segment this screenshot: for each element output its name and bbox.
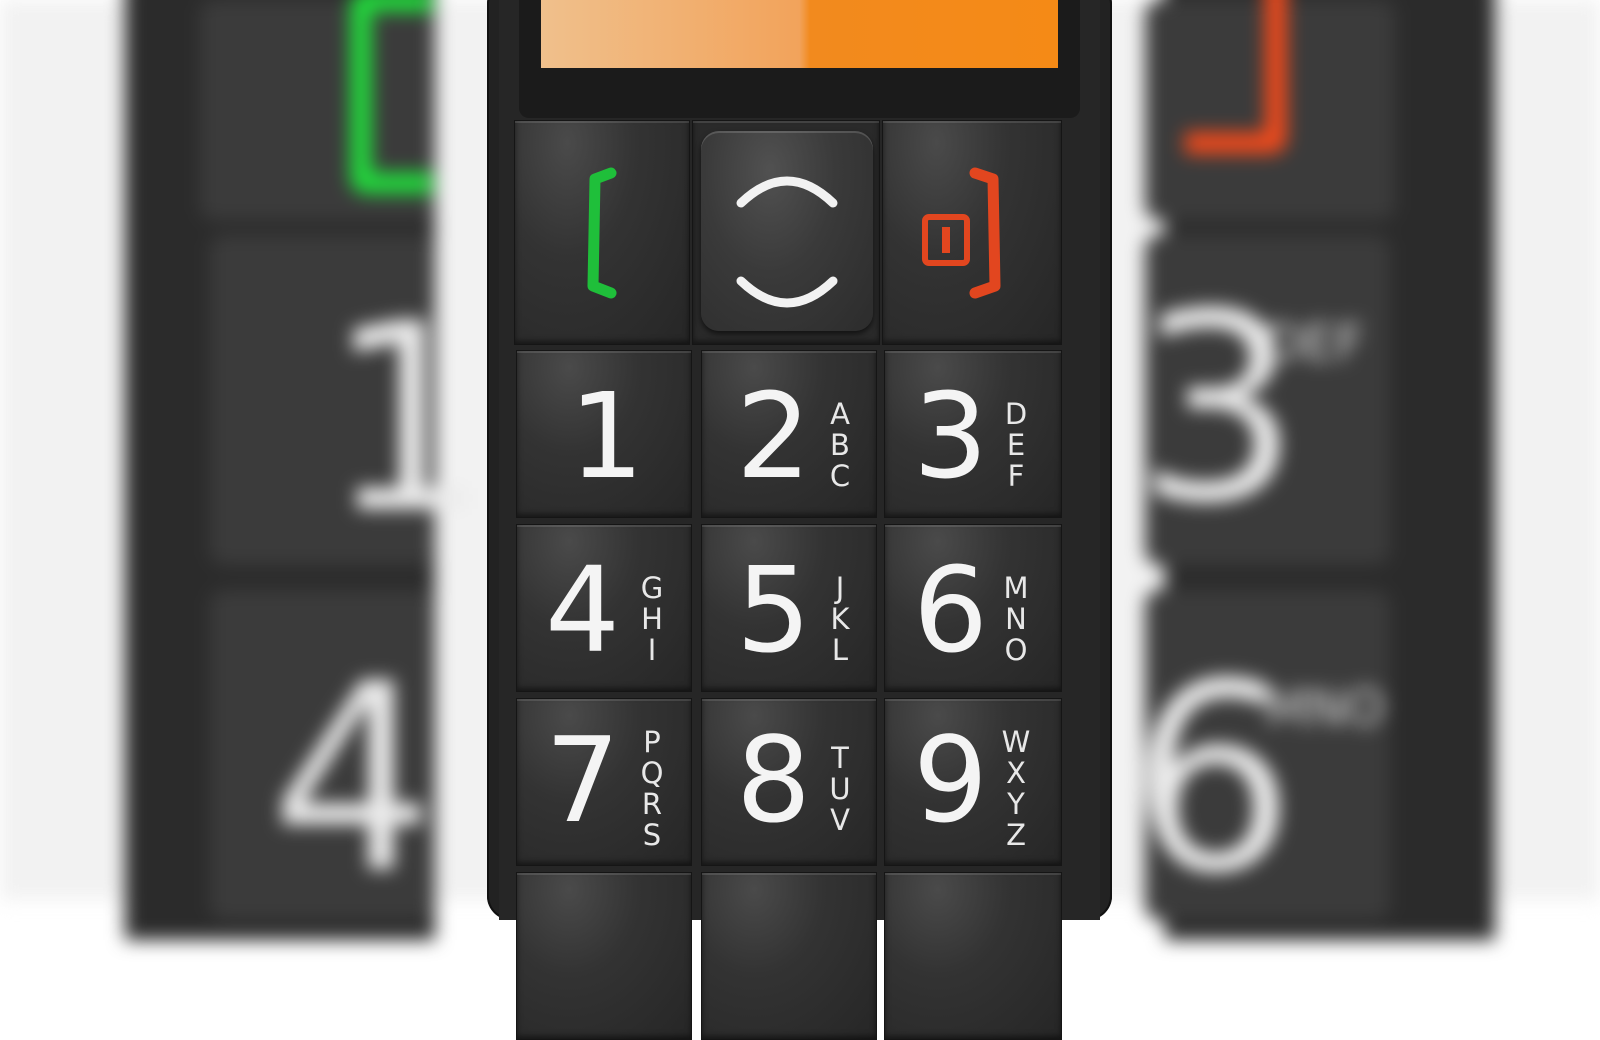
call-bracket-icon xyxy=(587,167,617,299)
key-1[interactable]: 1 xyxy=(516,350,692,518)
background-letters-mno: MNOMNO xyxy=(1265,679,1385,737)
key-letter: O xyxy=(1004,633,1028,667)
key-5[interactable]: 5 JKLJKL xyxy=(701,524,877,692)
key-letters: PQRSPQRS xyxy=(637,727,667,851)
key-letter: Q xyxy=(640,756,664,790)
key-letter: A xyxy=(830,397,850,431)
key-letters: GHIGHI xyxy=(637,573,667,666)
key-3[interactable]: 3 DEFDEF xyxy=(884,350,1062,518)
key-letter: P xyxy=(643,725,661,759)
key-letter: D xyxy=(1265,314,1304,372)
background-call-bracket-icon xyxy=(350,0,432,194)
key-letter: W xyxy=(1001,725,1031,759)
background-digit-1: 1 xyxy=(325,269,491,571)
key-letter: K xyxy=(830,602,850,636)
navigation-key-frame xyxy=(692,120,880,345)
key-4[interactable]: 4 GHIGHI xyxy=(516,524,692,692)
background-digit-4: 4 xyxy=(270,629,436,931)
display-number: 0123456789 0 xyxy=(559,0,1045,14)
navigation-button[interactable] xyxy=(701,131,873,331)
keypad-area: 1 2 ABCABC 3 DEFDEF 4 GHIGHI 5 JKLJKL 6 … xyxy=(514,120,1085,1040)
key-9[interactable]: 9 WXYZWXYZ xyxy=(884,698,1062,866)
key-letter: R xyxy=(641,787,663,821)
key-letter: E xyxy=(1303,314,1336,372)
end-call-bracket-icon xyxy=(922,167,1001,299)
key-letter: M xyxy=(1265,679,1309,737)
key-digit: 3 xyxy=(913,367,989,505)
key-digit: 2 xyxy=(736,367,812,505)
key-letter: F xyxy=(1335,314,1364,372)
key-letters: DEFDEF xyxy=(1001,399,1031,492)
phone-display: 0123456789 0 xyxy=(541,0,1058,68)
key-letter: U xyxy=(829,772,851,806)
key-digit: 4 xyxy=(545,541,621,679)
key-letter: F xyxy=(1007,459,1025,493)
key-letters: ABCABC xyxy=(825,399,855,492)
key-letter: N xyxy=(1308,679,1346,737)
key-bottom-right[interactable] xyxy=(884,872,1062,1040)
key-letter: H xyxy=(641,602,663,636)
key-digit: 1 xyxy=(569,367,645,505)
key-letter: V xyxy=(830,803,850,837)
key-letter: O xyxy=(1345,679,1385,737)
key-letters: WXYZWXYZ xyxy=(1001,727,1031,851)
background-end-bracket-icon xyxy=(1185,0,1287,154)
key-letter: M xyxy=(1003,571,1029,605)
key-letters: MNOMNO xyxy=(1001,573,1031,666)
key-letters: JKLJKL xyxy=(825,573,855,666)
key-6[interactable]: 6 MNOMNO xyxy=(884,524,1062,692)
key-letter: E xyxy=(1006,428,1026,462)
key-bottom-center[interactable] xyxy=(701,872,877,1040)
key-digit: 7 xyxy=(545,711,621,849)
up-down-navigation-icon xyxy=(736,176,838,308)
key-letter: C xyxy=(829,459,851,493)
background-phone-left: 1 4 xyxy=(125,0,490,940)
key-letter: T xyxy=(831,741,849,775)
background-letters-def: DEFDEF xyxy=(1265,314,1364,372)
key-letter: D xyxy=(1004,397,1028,431)
key-letter: G xyxy=(640,571,664,605)
key-digit: 6 xyxy=(913,541,989,679)
key-8[interactable]: 8 TUVTUV xyxy=(701,698,877,866)
end-call-button[interactable] xyxy=(882,120,1062,345)
call-button[interactable] xyxy=(514,120,690,345)
key-letter: N xyxy=(1005,602,1027,636)
key-letter: S xyxy=(642,818,662,852)
key-letter: L xyxy=(831,633,849,667)
key-2[interactable]: 2 ABCABC xyxy=(701,350,877,518)
key-digit: 9 xyxy=(913,711,989,849)
key-bottom-left[interactable] xyxy=(516,872,692,1040)
key-letter: I xyxy=(647,633,657,667)
phone-body: 0123456789 0 1 xyxy=(487,0,1112,1040)
key-digit: 5 xyxy=(736,541,812,679)
key-letter: Z xyxy=(1006,818,1026,852)
key-letter: Y xyxy=(1007,787,1025,821)
background-phone-right: 3 6 DEFDEF MNOMNO xyxy=(1130,0,1495,940)
key-letters: TUVTUV xyxy=(825,743,855,836)
key-letter: J xyxy=(835,571,845,605)
key-7[interactable]: 7 PQRSPQRS xyxy=(516,698,692,866)
key-letter: B xyxy=(830,428,850,462)
key-digit: 8 xyxy=(736,711,812,849)
key-letter: X xyxy=(1006,756,1026,790)
